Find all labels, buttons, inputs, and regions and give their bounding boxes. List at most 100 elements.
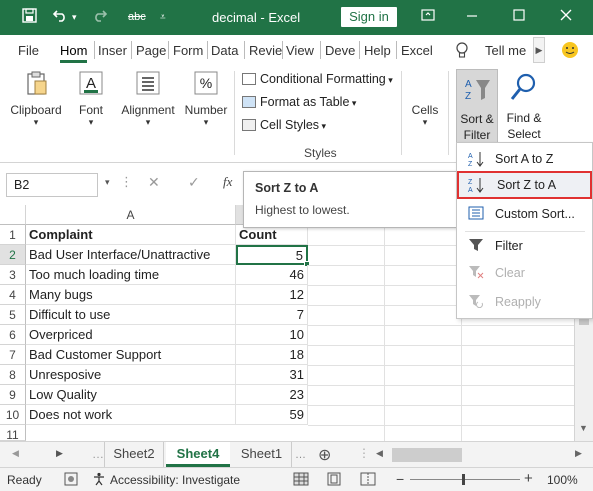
smiley-feedback-icon[interactable] xyxy=(561,41,579,62)
zoom-slider-track[interactable] xyxy=(410,479,520,480)
customize-toolbar-icon[interactable]: ⩡ xyxy=(160,12,166,23)
undo-dropdown-icon[interactable]: ▾ xyxy=(72,12,77,23)
row-header[interactable]: 7 xyxy=(0,345,26,365)
sign-in-button[interactable]: Sign in xyxy=(341,7,397,27)
tab-file[interactable]: File xyxy=(18,43,39,58)
macro-record-icon[interactable] xyxy=(64,472,78,489)
font-group[interactable]: A Font ▾ xyxy=(72,69,110,128)
cell-a8[interactable]: Unresposive xyxy=(26,365,236,385)
minimize-icon[interactable] xyxy=(466,8,478,24)
zoom-in-icon[interactable]: + xyxy=(524,470,533,487)
cell-b7[interactable]: 18 xyxy=(236,345,308,365)
cell-a9[interactable]: Low Quality xyxy=(26,385,236,405)
cell-a5[interactable]: Difficult to use xyxy=(26,305,236,325)
sheet-tab-sheet1[interactable]: Sheet1 xyxy=(232,442,292,467)
row-header[interactable]: 5 xyxy=(0,305,26,325)
cell-a3[interactable]: Too much loading time xyxy=(26,265,236,285)
cell-b2-selected[interactable]: 5 xyxy=(236,245,308,265)
ribbon-display-icon[interactable] xyxy=(421,8,435,25)
row-header[interactable]: 3 xyxy=(0,265,26,285)
menu-item-sort-z-to-a[interactable]: ZA Sort Z to A xyxy=(457,171,592,199)
menu-item-filter[interactable]: Filter xyxy=(457,233,592,259)
tab-help[interactable]: Help xyxy=(364,43,391,58)
sheet-overflow-icon[interactable]: … xyxy=(92,447,104,461)
menu-item-reapply[interactable]: Reapply xyxy=(457,289,592,315)
row-header[interactable]: 8 xyxy=(0,365,26,385)
cell-a1[interactable]: Complaint xyxy=(26,225,236,245)
cell-a10[interactable]: Does not work xyxy=(26,405,236,425)
cell-b3[interactable]: 46 xyxy=(236,265,308,285)
find-select-button[interactable]: Find & Select xyxy=(503,70,547,144)
vertical-scrollbar[interactable]: ▼ xyxy=(574,319,593,441)
row-header[interactable]: 2 xyxy=(0,245,26,265)
row-header[interactable]: 9 xyxy=(0,385,26,405)
cell-styles-button[interactable]: Cell Styles ▾ xyxy=(242,118,326,132)
accessibility-status[interactable]: Accessibility: Investigate xyxy=(110,473,240,487)
cell-a4[interactable]: Many bugs xyxy=(26,285,236,305)
zoom-level[interactable]: 100% xyxy=(547,473,578,487)
sheet-tab-sheet4[interactable]: Sheet4 xyxy=(166,442,230,467)
confirm-entry-icon[interactable]: ✓ xyxy=(188,174,200,191)
name-box-dropdown-icon[interactable]: ▾ xyxy=(105,177,110,188)
row-header[interactable]: 6 xyxy=(0,325,26,345)
horizontal-scrollbar-thumb[interactable] xyxy=(392,448,462,462)
zoom-slider-thumb[interactable] xyxy=(462,474,465,485)
hscroll-right-icon[interactable]: ▶ xyxy=(575,448,582,459)
name-box[interactable]: B2 xyxy=(6,173,98,197)
cell-b9[interactable]: 23 xyxy=(236,385,308,405)
cells-group[interactable]: Cells ▾ xyxy=(407,103,443,128)
redo-icon[interactable] xyxy=(92,8,108,25)
normal-view-icon[interactable] xyxy=(293,472,309,489)
clipboard-group[interactable]: Clipboard ▾ xyxy=(8,69,64,128)
tab-home[interactable]: Hom xyxy=(60,43,88,63)
tab-developer[interactable]: Deve xyxy=(325,43,355,58)
row-header[interactable]: 4 xyxy=(0,285,26,305)
add-sheet-icon[interactable]: ⊕ xyxy=(318,445,331,465)
format-as-table-button[interactable]: Format as Table ▾ xyxy=(242,95,356,109)
scroll-sheets-left-icon[interactable]: ◀ xyxy=(12,448,19,459)
tab-excel[interactable]: Excel xyxy=(401,43,433,58)
scrollbar-thumb[interactable] xyxy=(579,319,589,325)
close-icon[interactable] xyxy=(560,8,572,24)
cell-b4[interactable]: 12 xyxy=(236,285,308,305)
cell-b5[interactable]: 7 xyxy=(236,305,308,325)
row-header[interactable]: 1 xyxy=(0,225,26,245)
sheet-tab-sheet2[interactable]: Sheet2 xyxy=(104,442,164,467)
cell-b6[interactable]: 10 xyxy=(236,325,308,345)
tab-data[interactable]: Data xyxy=(211,43,238,58)
maximize-icon[interactable] xyxy=(513,8,525,24)
tab-formulas[interactable]: Form xyxy=(173,43,203,58)
page-break-view-icon[interactable] xyxy=(360,472,376,489)
sheet-overflow-icon[interactable]: … xyxy=(295,449,306,461)
menu-item-sort-a-to-z[interactable]: AZ Sort A to Z xyxy=(457,146,592,172)
undo-icon[interactable] xyxy=(52,8,68,25)
select-all-corner[interactable] xyxy=(0,205,26,225)
conditional-formatting-button[interactable]: Conditional Formatting ▾ xyxy=(242,72,393,86)
scroll-down-icon[interactable]: ▼ xyxy=(579,423,588,433)
alignment-group[interactable]: Alignment ▾ xyxy=(117,69,179,128)
cell-a2[interactable]: Bad User Interface/Unattractive xyxy=(26,245,236,265)
menu-item-custom-sort[interactable]: Custom Sort... xyxy=(457,201,592,227)
row-header[interactable]: 10 xyxy=(0,405,26,425)
tabs-scroll-right-icon[interactable]: ▶ xyxy=(533,37,545,63)
column-header-a[interactable]: A xyxy=(26,205,236,225)
cell-b1[interactable]: Count xyxy=(236,225,308,245)
tab-page-layout[interactable]: Page xyxy=(136,43,166,58)
menu-item-clear[interactable]: Clear xyxy=(457,260,592,286)
row-header[interactable]: 11 xyxy=(0,425,26,442)
number-group[interactable]: % Number ▾ xyxy=(182,69,230,128)
tab-insert[interactable]: Inser xyxy=(98,43,127,58)
sort-filter-button[interactable]: AZ Sort & Filter xyxy=(456,69,498,145)
zoom-out-icon[interactable]: − xyxy=(396,471,404,487)
page-layout-view-icon[interactable] xyxy=(326,472,342,489)
spelling-icon[interactable]: abc xyxy=(128,11,146,23)
cancel-entry-icon[interactable]: ✕ xyxy=(148,174,160,191)
accessibility-icon[interactable] xyxy=(92,472,106,489)
hscroll-left-icon[interactable]: ◀ xyxy=(376,448,383,459)
cell-a6[interactable]: Overpriced xyxy=(26,325,236,345)
save-icon[interactable] xyxy=(22,8,37,26)
cell-b10[interactable]: 59 xyxy=(236,405,308,425)
cell-a7[interactable]: Bad Customer Support xyxy=(26,345,236,365)
scroll-sheets-right-icon[interactable]: ▶ xyxy=(56,448,63,459)
cell-b8[interactable]: 31 xyxy=(236,365,308,385)
